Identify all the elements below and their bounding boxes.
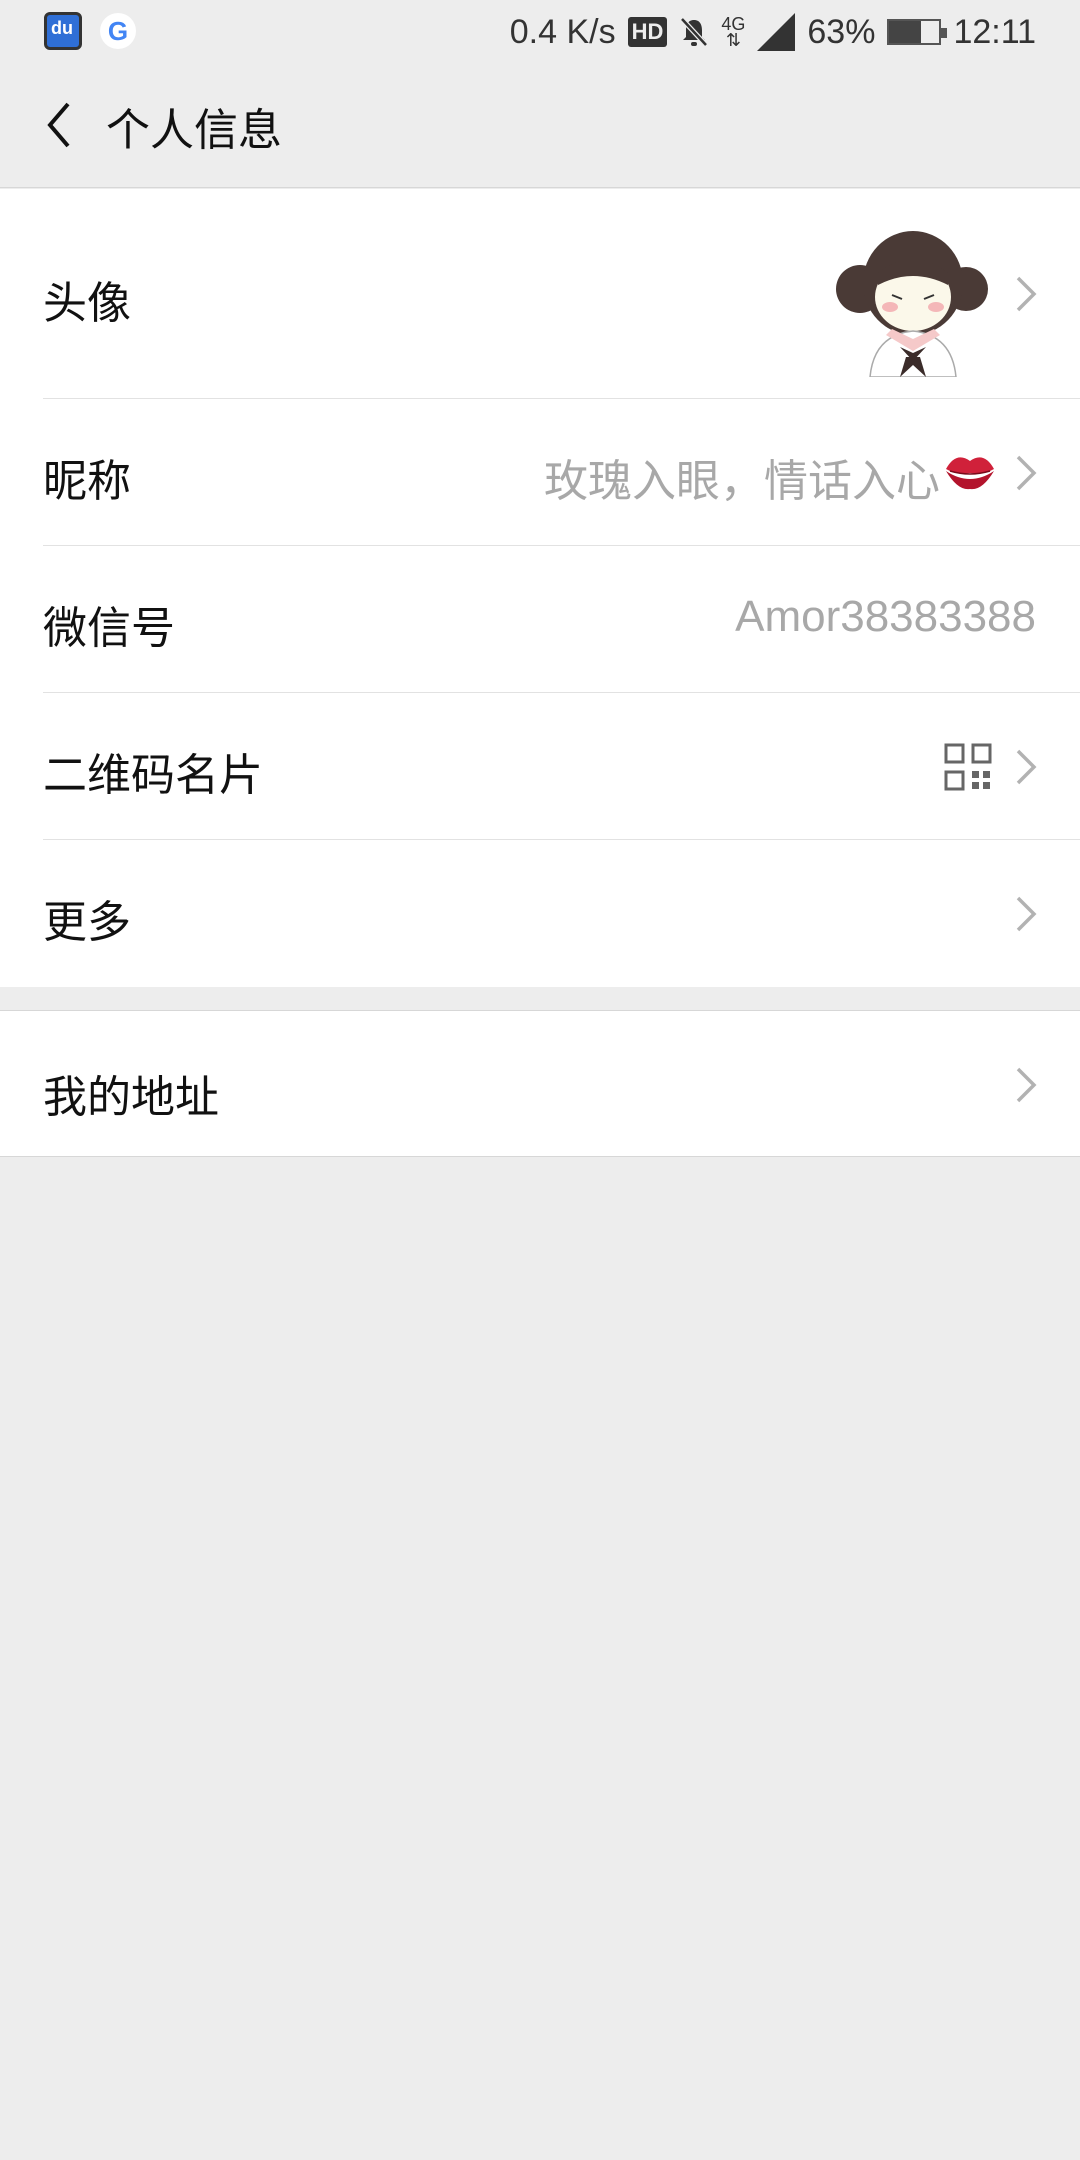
chevron-left-icon [47,102,70,148]
my-address-row[interactable]: 我的地址 [0,1011,1080,1156]
battery-cap [941,28,948,38]
qr-code-label: 二维码名片 [43,750,263,801]
qr-code-icon [944,743,992,791]
chevron-right-icon [1016,1067,1037,1103]
battery-percent: 63% [807,12,876,51]
signal-icon [757,13,796,51]
profile-group: 头像 昵称 玫瑰入眼，情话入心 微信号 Amor38383388 二维码名片 更… [0,189,1080,987]
nickname-label: 昵称 [43,456,131,507]
avatar-illustration [830,211,996,377]
chevron-right-icon [1016,749,1037,785]
data-arrows-icon: ⇅ [725,30,741,50]
avatar [830,211,996,377]
more-row[interactable]: 更多 [0,840,1080,987]
more-label: 更多 [43,897,131,948]
status-bar: G 0.4 K/s HD 4G ⇅ 63% 12:11 [0,0,1080,64]
nickname-value: 玫瑰入眼，情话入心 [544,456,940,507]
my-address-label: 我的地址 [43,1072,219,1123]
wechat-id-label: 微信号 [43,603,175,654]
nickname-row[interactable]: 昵称 玫瑰入眼，情话入心 [0,399,1080,546]
avatar-row[interactable]: 头像 [0,189,1080,399]
battery-icon [887,19,948,45]
chevron-right-icon [1016,276,1037,312]
wechat-id-row: 微信号 Amor38383388 [0,546,1080,693]
hd-icon: HD [627,17,668,47]
page-title: 个人信息 [106,105,282,156]
avatar-label: 头像 [43,278,131,329]
chevron-right-icon [1016,896,1037,932]
qr-code-row[interactable]: 二维码名片 [0,693,1080,840]
network-4g-icon: 4G ⇅ [721,15,745,50]
google-icon: G [100,13,136,49]
kiss-lips-icon [946,457,994,490]
network-speed: 0.4 K/s [509,12,616,51]
clock: 12:11 [953,12,1036,51]
du-app-icon [44,12,82,50]
chevron-right-icon [1016,455,1037,491]
address-group: 我的地址 [0,1010,1080,1157]
wechat-id-value: Amor38383388 [735,592,1036,641]
mute-bell-icon [680,17,709,47]
nav-bar: 个人信息 [0,64,1080,188]
status-left: G [44,12,136,50]
back-button[interactable] [24,90,94,160]
battery-fill [889,21,921,43]
status-right: 0.4 K/s HD 4G ⇅ 63% 12:11 [510,8,1036,56]
